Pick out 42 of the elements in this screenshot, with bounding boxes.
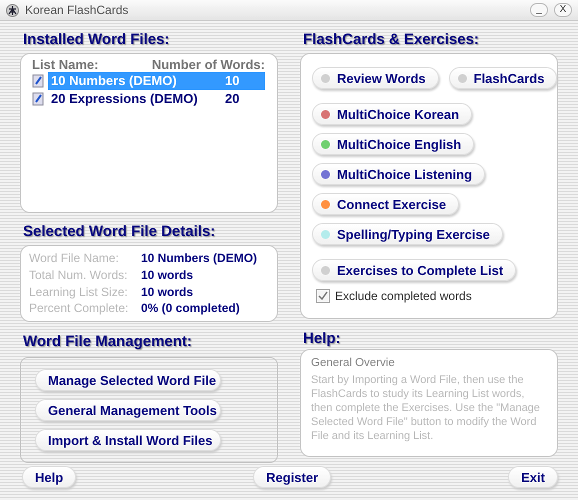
exercise-button[interactable]: Review Words [312, 67, 439, 89]
footer-button[interactable]: Help [22, 466, 76, 488]
management-button[interactable]: Import & Install Word Files [35, 429, 221, 451]
field-value: 10 words [141, 266, 194, 284]
exercise-button[interactable]: Exercises to Complete List [312, 259, 516, 281]
exercise-button[interactable]: MultiChoice English [312, 133, 474, 155]
management-button[interactable]: General Management Tools [35, 399, 221, 421]
word-count: 10 [225, 72, 265, 90]
field-value: 10 Numbers (DEMO) [141, 250, 258, 267]
field-label: Learning List Size: [29, 284, 129, 300]
exercise-button[interactable]: MultiChoice Listening [312, 163, 486, 185]
exercise-button[interactable]: MultiChoice Korean [312, 103, 472, 125]
field-value: 0% (0 completed) [141, 300, 241, 317]
section-heading: Word File Management: [22, 333, 193, 352]
minimize-button[interactable]: _ [530, 3, 548, 17]
column-header: List Name: [32, 57, 98, 72]
checkbox-label: Exclude completed words [335, 289, 472, 303]
field-label: Percent Complete: [29, 300, 130, 317]
exclude-checkbox[interactable] [316, 289, 330, 303]
footer-button[interactable]: Register [253, 466, 332, 488]
field-value: 10 words [141, 284, 194, 300]
section-heading: Installed Word Files: [22, 31, 170, 50]
section-heading: Help: [302, 330, 342, 349]
close-button[interactable]: X [554, 3, 572, 17]
window-title: Korean FlashCards [25, 3, 130, 17]
file-icon [32, 74, 45, 88]
help-title: General Overvie [311, 356, 396, 370]
management-button[interactable]: Manage Selected Word File [35, 369, 221, 391]
exercise-button[interactable]: FlashCards [448, 67, 558, 89]
section-heading: FlashCards & Exercises: [302, 31, 480, 50]
app-icon [6, 4, 19, 16]
list-item[interactable]: 20 Expressions (DEMO) [48, 90, 225, 108]
file-icon [32, 92, 45, 106]
exercise-button[interactable]: Spelling/Typing Exercise [312, 223, 503, 245]
help-text: Start by Importing a Word File, then use the FlashCards to study its Learning List words, then complete the Exercises. Use the "Manage Selected Word File" button to modify the Word File and its Learning List. [311, 373, 541, 443]
field-label: Word File Name: [29, 250, 120, 267]
field-label: Total Num. Words: [29, 266, 128, 284]
section-heading: Selected Word File Details: [22, 223, 216, 242]
footer-button[interactable]: Exit [508, 466, 558, 488]
word-count: 20 [225, 90, 240, 108]
exercise-button[interactable]: Connect Exercise [312, 193, 460, 215]
column-header: Number of Words: [152, 57, 265, 72]
